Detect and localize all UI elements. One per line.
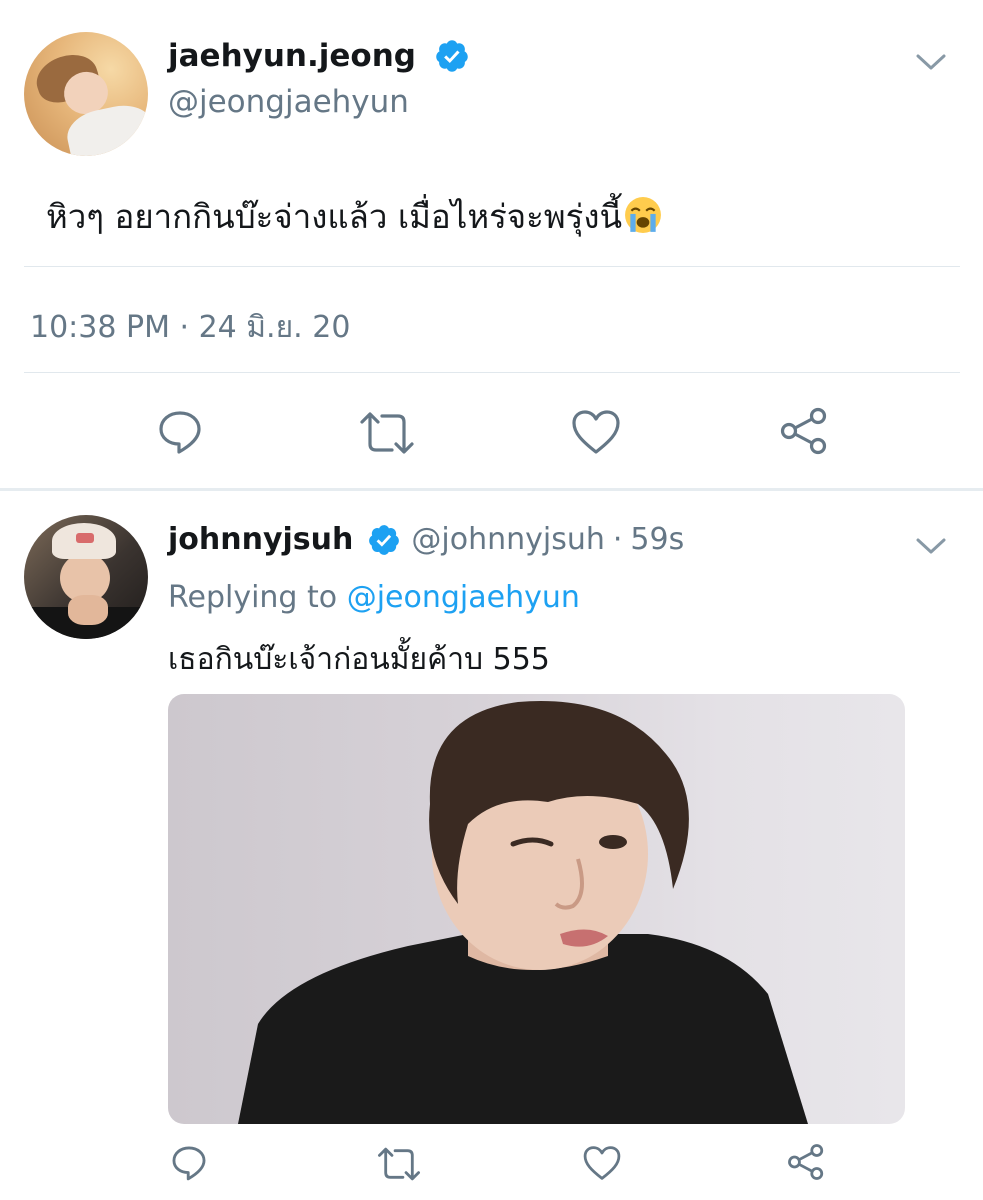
like-icon[interactable] xyxy=(570,408,622,456)
reply-author-row: johnnyjsuh @johnnyjsuh · 59s xyxy=(168,522,684,557)
divider xyxy=(24,372,960,373)
reply-time-ago[interactable]: 59s xyxy=(630,522,684,557)
replying-mention-link[interactable]: @jeongjaehyun xyxy=(347,580,580,615)
share-icon[interactable] xyxy=(786,1142,826,1182)
reply-text: เธอกินบ๊ะเจ้าก่อนมั้ยค้าบ 555 xyxy=(168,642,550,677)
reply-display-name[interactable]: johnnyjsuh xyxy=(168,522,353,557)
avatar[interactable] xyxy=(24,32,148,156)
like-icon[interactable] xyxy=(582,1144,622,1182)
display-name[interactable]: jaehyun.jeong xyxy=(168,38,416,74)
replying-to: Replying to @jeongjaehyun xyxy=(168,580,580,615)
reply-avatar[interactable] xyxy=(24,515,148,639)
tweet-actions xyxy=(0,404,983,460)
separator-dot: · xyxy=(612,522,623,557)
verified-badge-icon xyxy=(369,524,400,555)
retweet-icon[interactable] xyxy=(376,1146,422,1182)
tweet-text-content: หิวๆ อยากกินบ๊ะจ่างแล้ว เมื่อไหร่จะพรุ่ง… xyxy=(46,197,623,236)
chevron-down-icon[interactable] xyxy=(915,536,947,556)
reply-icon[interactable] xyxy=(170,1144,208,1182)
section-separator xyxy=(0,488,983,491)
reply-media-image[interactable] xyxy=(168,694,905,1124)
reply-tweet-actions xyxy=(0,1140,983,1186)
photo-illustration xyxy=(238,701,808,1124)
divider xyxy=(24,266,960,267)
retweet-icon[interactable] xyxy=(358,410,416,456)
crying-face-icon xyxy=(625,197,661,233)
reply-handle[interactable]: @johnnyjsuh xyxy=(411,522,604,557)
main-tweet: jaehyun.jeong @jeongjaehyun หิวๆ อยากกิน… xyxy=(0,0,983,488)
share-icon[interactable] xyxy=(778,406,830,456)
author-handle[interactable]: @jeongjaehyun xyxy=(168,84,409,120)
tweet-timestamp[interactable]: 10:38 PM · 24 มิ.ย. 20 xyxy=(30,304,350,351)
verified-badge-icon xyxy=(436,40,468,72)
author-name-row: jaehyun.jeong xyxy=(168,38,470,74)
reply-icon[interactable] xyxy=(156,408,204,456)
tweet-text: หิวๆ อยากกินบ๊ะจ่างแล้ว เมื่อไหร่จะพรุ่ง… xyxy=(46,190,662,243)
tweet-detail-view: jaehyun.jeong @jeongjaehyun หิวๆ อยากกิน… xyxy=(0,0,983,1200)
chevron-down-icon[interactable] xyxy=(915,52,947,72)
replying-prefix: Replying to xyxy=(168,580,338,615)
